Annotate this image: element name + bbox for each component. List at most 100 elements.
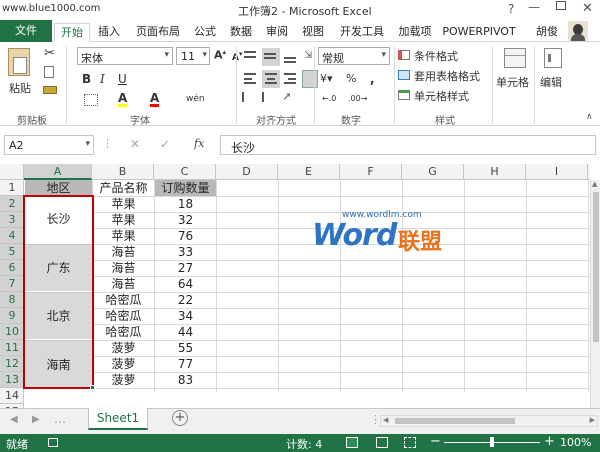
- select-all-corner[interactable]: [0, 164, 24, 180]
- product-cell[interactable]: 苹果: [93, 212, 154, 228]
- zoom-level[interactable]: 100%: [560, 436, 591, 449]
- header-cell-product[interactable]: 产品名称: [93, 180, 154, 196]
- increase-decimal-icon[interactable]: ←.0: [322, 94, 336, 103]
- zoom-out-button[interactable]: −: [430, 434, 441, 449]
- format-as-table-button[interactable]: 套用表格格式: [414, 68, 480, 84]
- insert-function-button[interactable]: fx: [194, 137, 204, 150]
- tab-review[interactable]: 审阅: [262, 23, 292, 42]
- row-header-14[interactable]: 14: [0, 388, 24, 404]
- increase-indent-icon[interactable]: [262, 92, 276, 102]
- product-cell[interactable]: 哈密瓜: [93, 292, 154, 308]
- borders-icon[interactable]: [84, 94, 98, 106]
- vertical-scroll-thumb[interactable]: [593, 192, 599, 342]
- cut-icon[interactable]: ✂: [44, 46, 55, 61]
- sheet-next-icon[interactable]: ▶: [32, 414, 40, 425]
- row-header-2[interactable]: 2: [0, 196, 24, 212]
- page-break-view-icon[interactable]: [404, 437, 416, 448]
- product-cell[interactable]: 苹果: [93, 228, 154, 244]
- name-box[interactable]: A2 ▾: [4, 135, 94, 155]
- align-right-icon[interactable]: [282, 70, 300, 88]
- editing-button[interactable]: 编辑: [540, 74, 562, 90]
- product-cell[interactable]: 苹果: [93, 196, 154, 212]
- zoom-slider-thumb[interactable]: [490, 437, 494, 447]
- column-header-h[interactable]: H: [464, 164, 526, 180]
- row-header-4[interactable]: 4: [0, 228, 24, 244]
- horizontal-scroll-thumb[interactable]: [395, 418, 515, 424]
- align-left-icon[interactable]: [242, 70, 260, 88]
- quantity-cell[interactable]: 44: [155, 324, 216, 340]
- percent-icon[interactable]: %: [346, 72, 356, 85]
- horizontal-scrollbar[interactable]: ◀ ▶: [380, 415, 598, 427]
- paste-button[interactable]: 粘贴: [9, 80, 31, 96]
- merge-center-icon[interactable]: [302, 70, 318, 88]
- scroll-right-icon[interactable]: ▶: [590, 416, 595, 424]
- phonetic-icon[interactable]: wén: [186, 94, 205, 104]
- number-format-select[interactable]: 常规 ▾: [318, 47, 390, 65]
- column-header-i[interactable]: I: [526, 164, 588, 180]
- product-cell[interactable]: 海苔: [93, 260, 154, 276]
- format-painter-icon[interactable]: [43, 86, 57, 94]
- quantity-cell[interactable]: 77: [155, 356, 216, 372]
- tab-insert[interactable]: 插入: [94, 23, 124, 42]
- help-icon[interactable]: ?: [508, 2, 514, 16]
- font-size-select[interactable]: 11 ▾: [176, 47, 210, 65]
- product-cell[interactable]: 海苔: [93, 244, 154, 260]
- column-header-c[interactable]: C: [154, 164, 216, 180]
- restore-icon[interactable]: [556, 1, 566, 10]
- currency-icon[interactable]: ¥▾: [320, 72, 333, 85]
- quantity-cell[interactable]: 55: [155, 340, 216, 356]
- tab-addins[interactable]: 加载项: [394, 23, 436, 42]
- decrease-decimal-icon[interactable]: .00→: [348, 94, 367, 103]
- row-header-1[interactable]: 1: [0, 180, 24, 196]
- tab-file[interactable]: 文件: [0, 20, 52, 42]
- wrap-text-icon[interactable]: ⇲: [304, 50, 312, 61]
- italic-button[interactable]: I: [100, 72, 105, 86]
- zoom-in-button[interactable]: +: [544, 434, 555, 449]
- paste-icon[interactable]: [8, 48, 30, 76]
- editing-icon[interactable]: [544, 48, 562, 68]
- cell-styles-button[interactable]: 单元格样式: [414, 88, 469, 104]
- comma-icon[interactable]: ,: [370, 72, 375, 86]
- quantity-cell[interactable]: 32: [155, 212, 216, 228]
- grow-font-icon[interactable]: A▴: [214, 48, 226, 62]
- quantity-cell[interactable]: 18: [155, 196, 216, 212]
- worksheet-grid[interactable]: A B C D E F G H I 1 2 3 4 5 6 7 8 9 10 1…: [0, 164, 600, 408]
- underline-button[interactable]: U: [118, 72, 127, 86]
- tab-powerpivot[interactable]: POWERPIVOT: [440, 23, 518, 42]
- tab-home[interactable]: 开始: [54, 23, 90, 42]
- row-header-6[interactable]: 6: [0, 260, 24, 276]
- scroll-left-icon[interactable]: ◀: [383, 416, 388, 424]
- product-cell[interactable]: 菠萝: [93, 356, 154, 372]
- row-header-5[interactable]: 5: [0, 244, 24, 260]
- quantity-cell[interactable]: 64: [155, 276, 216, 292]
- vertical-scrollbar[interactable]: ▲: [590, 180, 600, 408]
- row-header-9[interactable]: 9: [0, 308, 24, 324]
- quantity-cell[interactable]: 34: [155, 308, 216, 324]
- product-cell[interactable]: 哈密瓜: [93, 308, 154, 324]
- column-header-d[interactable]: D: [216, 164, 278, 180]
- conditional-format-button[interactable]: 条件格式: [414, 48, 458, 64]
- row-header-11[interactable]: 11: [0, 340, 24, 356]
- copy-icon[interactable]: [44, 66, 54, 78]
- macro-record-icon[interactable]: [48, 438, 58, 447]
- scroll-up-icon[interactable]: ▲: [592, 180, 597, 188]
- quantity-cell[interactable]: 27: [155, 260, 216, 276]
- quantity-cell[interactable]: 76: [155, 228, 216, 244]
- user-name[interactable]: 胡俊: [532, 23, 562, 42]
- collapse-ribbon-icon[interactable]: ∧: [586, 112, 593, 122]
- normal-view-icon[interactable]: [346, 437, 358, 448]
- format-as-table-icon[interactable]: [398, 70, 410, 80]
- row-header-3[interactable]: 3: [0, 212, 24, 228]
- row-header-12[interactable]: 12: [0, 356, 24, 372]
- tab-developer[interactable]: 开发工具: [336, 23, 388, 42]
- more-sheets-icon[interactable]: …: [54, 412, 66, 426]
- font-name-select[interactable]: 宋体 ▾: [77, 47, 173, 65]
- cancel-icon[interactable]: ✕: [130, 137, 140, 151]
- tab-view[interactable]: 视图: [298, 23, 328, 42]
- header-cell-region[interactable]: 地区: [25, 180, 92, 196]
- quantity-cell[interactable]: 22: [155, 292, 216, 308]
- cells-icon[interactable]: [504, 48, 526, 68]
- quantity-cell[interactable]: 83: [155, 372, 216, 388]
- column-header-a[interactable]: A: [24, 164, 92, 180]
- product-cell[interactable]: 菠萝: [93, 340, 154, 356]
